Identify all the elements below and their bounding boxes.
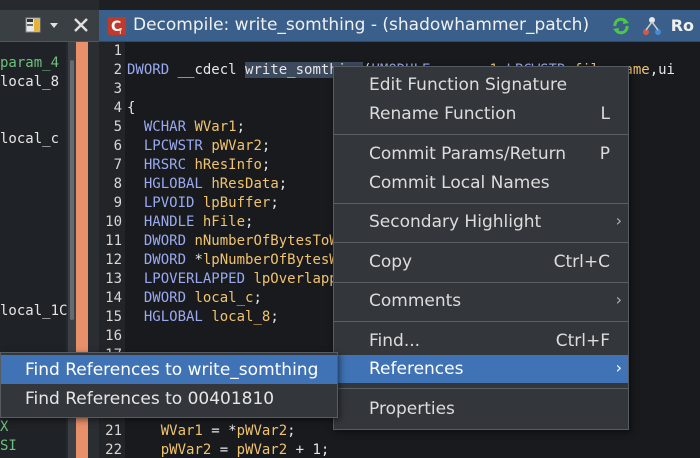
references-submenu: Find References to write_somthing Find R… xyxy=(0,352,338,418)
code-line[interactable]: HGLOBAL hResData; xyxy=(127,175,287,194)
chevron-right-icon: › xyxy=(615,358,622,377)
svg-text:f: f xyxy=(119,27,122,36)
listing-scrollbar-thumb[interactable] xyxy=(70,60,74,320)
code-line[interactable]: HRSRC hResInfo; xyxy=(127,156,270,175)
code-line[interactable]: HGLOBAL local_8; xyxy=(127,308,279,327)
panel-layout-icon[interactable] xyxy=(24,16,42,34)
title-actions: Ro xyxy=(611,15,694,37)
menu-item-references[interactable]: References › xyxy=(334,355,628,383)
line-number: 5 xyxy=(113,119,122,135)
chevron-right-icon: › xyxy=(615,211,622,230)
line-number: 22 xyxy=(105,442,122,458)
menu-item-copy[interactable]: Copy Ctrl+C xyxy=(334,248,628,276)
code-line[interactable]: pWVar2 = pWVar2 + 1; xyxy=(127,441,330,458)
menu-item-find[interactable]: Find... Ctrl+F xyxy=(334,327,628,355)
menu-separator xyxy=(334,388,628,389)
graph-icon[interactable] xyxy=(642,16,662,36)
code-line[interactable]: LPCWSTR pWVar2; xyxy=(127,137,270,156)
menu-item-comments[interactable]: Comments › xyxy=(334,287,628,315)
menu-separator xyxy=(334,203,628,204)
line-number: 1 xyxy=(113,43,122,59)
menu-item-commit-local-names[interactable]: Commit Local Names xyxy=(334,169,628,197)
code-line[interactable]: LPVOID lpBuffer; xyxy=(127,194,279,213)
context-menu: Edit Function Signature Rename Function … xyxy=(333,66,629,430)
line-number: 3 xyxy=(113,81,122,97)
line-number: 7 xyxy=(113,157,122,173)
line-number: 21 xyxy=(105,423,122,439)
decompile-title-bar: C f Decompile: write_somthing - (shadowh… xyxy=(99,10,700,42)
line-number: 15 xyxy=(105,309,122,325)
menu-separator xyxy=(334,321,628,322)
line-number: 8 xyxy=(113,176,122,192)
menu-separator xyxy=(334,242,628,243)
menu-item-find-references-to-address[interactable]: Find References to 00401810 xyxy=(1,384,337,413)
listing-toolbar xyxy=(0,10,99,42)
code-line[interactable]: WVar1 = *pWVar2; xyxy=(127,422,296,441)
code-line[interactable]: HANDLE hFile; xyxy=(127,213,254,232)
menu-item-secondary-highlight[interactable]: Secondary Highlight › xyxy=(334,208,628,236)
listing-value: local_c xyxy=(0,131,60,147)
line-number: 4 xyxy=(113,100,122,116)
code-line[interactable]: WCHAR WVar1; xyxy=(127,118,245,137)
line-number: 12 xyxy=(105,252,122,268)
decompile-title: Decompile: write_somthing - (shadowhamme… xyxy=(133,15,590,35)
line-number: 13 xyxy=(105,271,122,287)
line-number: 11 xyxy=(105,233,122,249)
code-line[interactable]: { xyxy=(127,99,135,118)
chevron-down-icon[interactable] xyxy=(48,16,60,34)
listing-value: SI xyxy=(0,438,17,454)
line-number: 9 xyxy=(113,195,122,211)
listing-value: local_1C xyxy=(0,303,68,319)
listing-value: X xyxy=(0,419,9,435)
code-line[interactable]: DWORD local_c; xyxy=(127,289,262,308)
decompile-icon: C f xyxy=(108,17,126,36)
menu-separator xyxy=(334,282,628,283)
menu-item-commit-params-return[interactable]: Commit Params/Return P xyxy=(334,140,628,168)
line-number: 6 xyxy=(113,138,122,154)
menu-item-rename-function[interactable]: Rename Function L xyxy=(334,100,628,128)
menu-separator xyxy=(334,134,628,135)
line-number: 2 xyxy=(113,62,122,78)
menu-item-edit-function-signature[interactable]: Edit Function Signature xyxy=(334,71,628,99)
refresh-icon[interactable] xyxy=(611,16,631,36)
listing-value: local_8 xyxy=(0,74,60,90)
line-number: 14 xyxy=(105,290,122,306)
line-number: 16 xyxy=(105,328,122,344)
line-number: 10 xyxy=(105,214,122,230)
menu-item-find-references-to-function[interactable]: Find References to write_somthing xyxy=(1,355,337,384)
close-icon[interactable] xyxy=(72,16,90,34)
title-overflow-label[interactable]: Ro xyxy=(671,16,694,35)
code-line[interactable]: LPOVERLAPPED lpOverlapped; xyxy=(127,270,363,289)
listing-value: param_4 xyxy=(0,55,60,71)
menu-item-properties[interactable]: Properties xyxy=(334,395,628,423)
chevron-right-icon: › xyxy=(615,290,622,309)
